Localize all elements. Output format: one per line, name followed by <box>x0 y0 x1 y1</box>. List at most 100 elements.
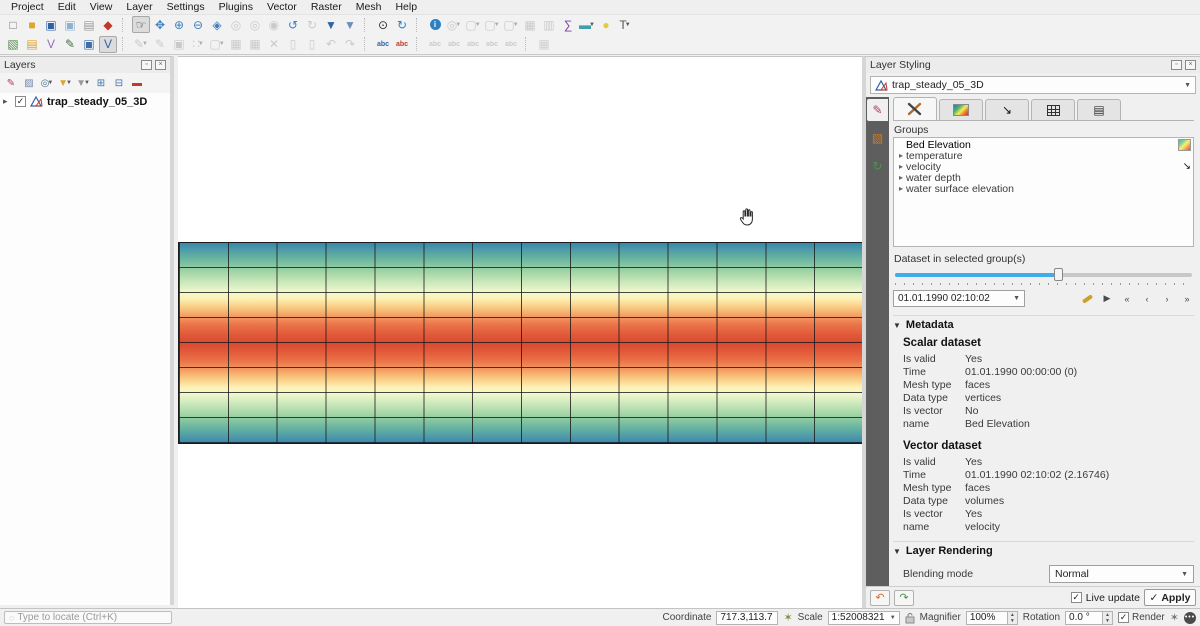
tab-contours[interactable] <box>939 99 983 120</box>
open-project-icon[interactable]: ■ <box>23 16 41 33</box>
locator-search-input[interactable]: ◌ Type to locate (Ctrl+K) <box>4 611 172 624</box>
crs-status-icon[interactable]: ✶ <box>1170 611 1179 624</box>
style-manager-icon[interactable]: ◆ <box>99 16 117 33</box>
menu-edit[interactable]: Edit <box>51 0 83 14</box>
dataset-time-combo[interactable]: 01.01.1990 02:10:02 ▼ <box>893 290 1025 307</box>
chevron-right-icon[interactable]: ▸ <box>896 162 906 171</box>
render-checkbox[interactable]: ✓ Render <box>1118 612 1165 623</box>
blending-mode-combo[interactable]: Normal ▼ <box>1049 565 1194 583</box>
zoom-in-icon[interactable]: ⊕ <box>170 16 188 33</box>
history-tab-icon[interactable]: ↻ <box>867 155 888 177</box>
active-vector-icon[interactable]: ↘ <box>1183 161 1191 172</box>
layer-labeling-icon[interactable]: abc <box>374 36 392 53</box>
style-undo-button[interactable]: ↶ <box>870 590 890 606</box>
chevron-right-icon[interactable]: ▸ <box>896 184 906 193</box>
pan-map-icon[interactable]: ☞ <box>132 16 150 33</box>
layout-manager-icon[interactable]: ▤ <box>80 16 98 33</box>
live-update-checkbox[interactable]: ✓ Live update <box>1071 592 1140 604</box>
playback-settings-button[interactable] <box>1080 292 1094 306</box>
new-geopackage-layer-icon[interactable]: ✎ <box>61 36 79 53</box>
tab-general-settings[interactable] <box>893 97 937 120</box>
group-row-temperature[interactable]: ▸temperature <box>894 150 1193 161</box>
temporal-controller-icon[interactable]: ⊙ <box>374 16 392 33</box>
menu-layer[interactable]: Layer <box>119 0 159 14</box>
group-row-water-surface-elevation[interactable]: ▸water surface elevation <box>894 183 1193 194</box>
undock-icon[interactable]: ▫ <box>141 60 152 70</box>
pin-labels-icon[interactable]: abc <box>393 36 411 53</box>
show-bookmarks-icon[interactable]: ▼ <box>341 16 359 33</box>
chevron-right-icon[interactable]: ▸ <box>3 96 11 107</box>
remove-layer-icon[interactable]: ▬ <box>129 75 145 91</box>
apply-button[interactable]: ✓ Apply <box>1144 589 1196 606</box>
chevron-right-icon[interactable]: ▸ <box>896 173 906 182</box>
active-scalar-icon[interactable] <box>1178 139 1191 151</box>
measure-icon[interactable]: ▬▼ <box>578 16 596 33</box>
close-icon[interactable]: × <box>155 60 166 70</box>
layer-rendering-section-header[interactable]: ▼ Layer Rendering <box>893 541 1194 557</box>
manage-map-themes-icon[interactable]: ◎▼ <box>39 75 55 91</box>
last-frame-button[interactable]: » <box>1180 292 1194 306</box>
add-group-icon[interactable]: ▨ <box>21 75 37 91</box>
spin-arrows-icon[interactable]: ▲▼ <box>1008 611 1018 625</box>
collapse-all-icon[interactable]: ⊟ <box>111 75 127 91</box>
menu-project[interactable]: Project <box>4 0 51 14</box>
dataset-time-slider[interactable] <box>895 267 1192 281</box>
chevron-right-icon[interactable]: ▸ <box>896 151 906 160</box>
refresh-icon[interactable]: ↻ <box>393 16 411 33</box>
layer-tree-item[interactable]: ▸ ✓ trap_steady_05_3D <box>0 93 170 110</box>
style-redo-button[interactable]: ↷ <box>894 590 914 606</box>
expand-all-icon[interactable]: ⊞ <box>93 75 109 91</box>
save-project-icon[interactable]: ▣ <box>42 16 60 33</box>
symbology-tab-icon[interactable]: ✎ <box>867 99 888 121</box>
menu-view[interactable]: View <box>83 0 120 14</box>
data-source-manager-icon[interactable]: ▧ <box>4 36 22 53</box>
coordinate-field[interactable]: 717.3,113.7 <box>716 611 778 625</box>
identify-features-icon[interactable]: i <box>426 16 444 33</box>
menu-help[interactable]: Help <box>388 0 424 14</box>
group-row-velocity[interactable]: ▸velocity↘ <box>894 161 1193 172</box>
zoom-last-icon[interactable]: ↺ <box>284 16 302 33</box>
play-button[interactable]: ▶ <box>1100 292 1114 306</box>
previous-frame-button[interactable]: ‹ <box>1140 292 1154 306</box>
menu-vector[interactable]: Vector <box>260 0 304 14</box>
styling-layer-selector[interactable]: trap_steady_05_3D ▼ <box>870 76 1196 94</box>
spin-arrows-icon[interactable]: ▲▼ <box>1103 611 1113 625</box>
tab-vectors[interactable]: ↘ <box>985 99 1029 120</box>
menu-plugins[interactable]: Plugins <box>212 0 260 14</box>
scale-combo[interactable]: 1:52008321 ▼ <box>828 611 900 625</box>
mesh-digitizing-icon[interactable]: V <box>99 36 117 53</box>
new-virtual-layer-icon[interactable]: ▣ <box>80 36 98 53</box>
new-shapefile-layer-icon[interactable]: V <box>42 36 60 53</box>
filter-legend-icon[interactable]: ▼▼ <box>57 75 73 91</box>
metadata-section-header[interactable]: ▼ Metadata <box>893 315 1194 331</box>
new-bookmark-icon[interactable]: ▼ <box>322 16 340 33</box>
new-project-icon[interactable]: □ <box>4 16 22 33</box>
magnifier-spinbox[interactable]: 100% ▲▼ <box>966 611 1018 625</box>
next-frame-button[interactable]: › <box>1160 292 1174 306</box>
3d-view-tab-icon[interactable]: ▧ <box>867 127 888 149</box>
add-database-layer-icon[interactable]: ▤ <box>23 36 41 53</box>
undock-icon[interactable]: ▫ <box>1171 60 1182 70</box>
menu-raster[interactable]: Raster <box>304 0 349 14</box>
slider-handle[interactable] <box>1054 268 1063 281</box>
messages-icon[interactable]: ••• <box>1184 612 1196 624</box>
lock-icon[interactable] <box>905 612 915 624</box>
menu-mesh[interactable]: Mesh <box>349 0 389 14</box>
layer-visibility-checkbox[interactable]: ✓ <box>15 96 26 107</box>
statistics-icon[interactable]: ∑ <box>559 16 577 33</box>
zoom-full-icon[interactable]: ◈ <box>208 16 226 33</box>
rotation-spinbox[interactable]: 0.0 ° ▲▼ <box>1065 611 1113 625</box>
open-layer-styling-icon[interactable]: ✎ <box>3 75 19 91</box>
tab-stacked-mesh-averaging[interactable]: ▤ <box>1077 99 1121 120</box>
dataset-groups-list[interactable]: Bed Elevation▸temperature▸velocity↘▸wate… <box>893 137 1194 247</box>
save-project-as-icon[interactable]: ▣ <box>61 16 79 33</box>
map-canvas[interactable] <box>178 56 862 608</box>
map-tips-icon[interactable]: ● <box>597 16 615 33</box>
zoom-out-icon[interactable]: ⊖ <box>189 16 207 33</box>
filter-by-expression-icon[interactable]: ▼▼ <box>75 75 91 91</box>
group-row-water-depth[interactable]: ▸water depth <box>894 172 1193 183</box>
pan-to-selection-icon[interactable]: ✥ <box>151 16 169 33</box>
text-annotation-icon[interactable]: T▼ <box>616 16 634 33</box>
first-frame-button[interactable]: « <box>1120 292 1134 306</box>
extents-icon[interactable]: ✶ <box>783 611 792 624</box>
